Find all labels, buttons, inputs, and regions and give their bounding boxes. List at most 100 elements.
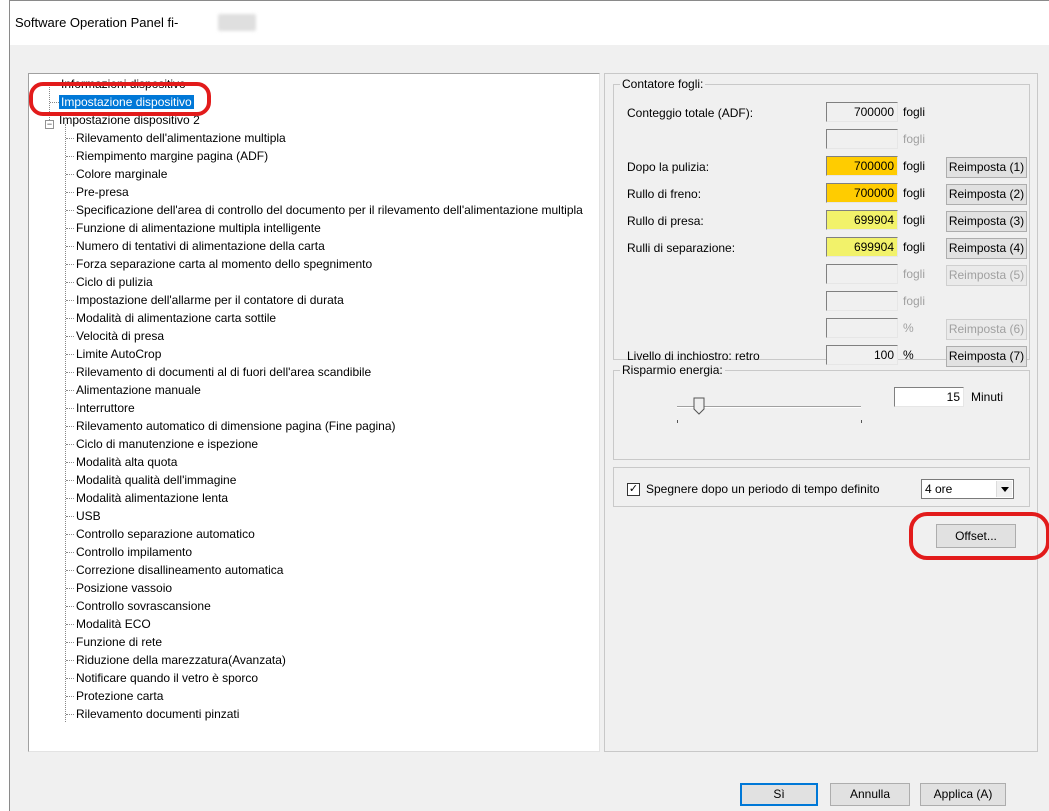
tree-line — [66, 444, 74, 445]
tree-item-child[interactable]: Funzione di rete — [74, 633, 164, 651]
tree-item-label: Correzione disallineamento automatica — [76, 563, 284, 577]
tree-item-child[interactable]: Riduzione della marezzatura(Avanzata) — [74, 651, 288, 669]
tree-item-label: Colore marginale — [76, 167, 168, 181]
tree-item-child[interactable]: Funzione di alimentazione multipla intel… — [74, 219, 323, 237]
tree-line — [66, 156, 74, 157]
tree-line — [66, 624, 74, 625]
tree-item-child[interactable]: Velocità di presa — [74, 327, 166, 345]
apply-button[interactable]: Applica (A) — [920, 783, 1006, 806]
counter-value: 700000 — [826, 156, 898, 176]
tree-line — [66, 516, 74, 517]
tree-item-child[interactable]: Correzione disallineamento automatica — [74, 561, 285, 579]
tree-line — [66, 552, 74, 553]
tree-item-child[interactable]: Pre-presa — [74, 183, 131, 201]
counter-value — [826, 318, 898, 338]
tree-line — [66, 534, 74, 535]
tree-line — [66, 372, 74, 373]
reset-button[interactable]: Reimposta (3) — [946, 211, 1027, 232]
tree-item-child[interactable]: Notificare quando il vetro è sporco — [74, 669, 260, 687]
cancel-button[interactable]: Annulla — [830, 783, 910, 806]
tree-item-label: Riduzione della marezzatura(Avanzata) — [76, 653, 286, 667]
tree-item-child[interactable]: Controllo separazione automatico — [74, 525, 257, 543]
tree-line — [66, 336, 74, 337]
tree-item-child[interactable]: Rilevamento di documenti al di fuori del… — [74, 363, 373, 381]
tree-item-child[interactable]: Interruttore — [74, 399, 137, 417]
counter-unit: fogli — [903, 240, 926, 254]
tree-line — [66, 660, 74, 661]
counter-legend: Contatore fogli: — [622, 77, 704, 91]
tree-item-child[interactable]: Protezione carta — [74, 687, 165, 705]
tree-item-child[interactable]: Modalità qualità dell'immagine — [74, 471, 238, 489]
tree-item-child[interactable]: Rilevamento automatico di dimensione pag… — [74, 417, 398, 435]
tree-line — [66, 570, 74, 571]
tree-item-child[interactable]: Impostazione dell'allarme per il contato… — [74, 291, 346, 309]
tree-item-child[interactable]: Modalità ECO — [74, 615, 153, 633]
tree-item-label: Controllo separazione automatico — [76, 527, 255, 541]
shutdown-label: Spegnere dopo un periodo di tempo defini… — [646, 482, 880, 496]
counter-unit: % — [903, 321, 914, 335]
tree-item-label: Alimentazione manuale — [76, 383, 201, 397]
collapse-icon[interactable]: − — [45, 120, 54, 129]
shutdown-checkbox[interactable]: ✓ — [627, 483, 640, 496]
tree-line — [66, 228, 74, 229]
dialog-window: Software Operation Panel fi- − Informazi… — [9, 0, 1049, 811]
tree-item-child[interactable]: Modalità alimentazione lenta — [74, 489, 230, 507]
tree-item-child[interactable]: Posizione vassoio — [74, 579, 174, 597]
tree-item-child[interactable]: Modalità alta quota — [74, 453, 179, 471]
tree-item-child[interactable]: Ciclo di manutenzione e ispezione — [74, 435, 260, 453]
tree-item-child[interactable]: Alimentazione manuale — [74, 381, 203, 399]
tree-item-label: Rilevamento di documenti al di fuori del… — [76, 365, 372, 379]
tree-item-label: Controllo sovrascansione — [76, 599, 211, 613]
tree-item-child[interactable]: Rilevamento dell'alimentazione multipla — [74, 129, 288, 147]
title-bar: Software Operation Panel fi- — [10, 1, 1049, 45]
counter-value: 700000 — [826, 102, 898, 122]
tree-item-label: Controllo impilamento — [76, 545, 193, 559]
tree-line — [66, 588, 74, 589]
tree-line — [66, 480, 74, 481]
counter-value: 100 — [826, 345, 898, 365]
tree-line — [66, 408, 74, 409]
tree-item-label: Modalità ECO — [76, 617, 151, 631]
tree-item-child[interactable]: Limite AutoCrop — [74, 345, 163, 363]
tree-line — [66, 246, 74, 247]
tree-item-child[interactable]: Forza separazione carta al momento dello… — [74, 255, 374, 273]
counter-unit: fogli — [903, 159, 926, 173]
reset-button[interactable]: Reimposta (6) — [946, 319, 1027, 340]
reset-button[interactable]: Reimposta (4) — [946, 238, 1027, 259]
energy-slider-thumb[interactable] — [693, 396, 705, 416]
tree-item-label: Posizione vassoio — [76, 581, 173, 595]
counter-value — [826, 129, 898, 149]
reset-button[interactable]: Reimposta (2) — [946, 184, 1027, 205]
reset-button[interactable]: Reimposta (5) — [946, 265, 1027, 286]
tree-item-child[interactable]: Riempimento margine pagina (ADF) — [74, 147, 270, 165]
tree-line — [66, 606, 74, 607]
tree-item-child[interactable]: Controllo sovrascansione — [74, 597, 213, 615]
tree-item-child[interactable]: Colore marginale — [74, 165, 169, 183]
settings-panel: Contatore fogli: Risparmio energia: 15 M… — [604, 73, 1038, 752]
tree-item-child[interactable]: Specificazione dell'area di controllo de… — [74, 201, 585, 219]
tree-item-label: Modalità qualità dell'immagine — [76, 473, 237, 487]
ok-button[interactable]: Sì — [740, 783, 818, 806]
counter-label: Conteggio totale (ADF): — [627, 106, 754, 120]
reset-button[interactable]: Reimposta (7) — [946, 346, 1027, 367]
counter-unit: fogli — [903, 105, 926, 119]
tree-item-label: Ciclo di manutenzione e ispezione — [76, 437, 259, 451]
chevron-down-icon[interactable] — [996, 481, 1012, 497]
reset-button[interactable]: Reimposta (1) — [946, 157, 1027, 178]
tree-item-child[interactable]: Controllo impilamento — [74, 543, 194, 561]
counter-value: 699904 — [826, 210, 898, 230]
tree-item-child[interactable]: USB — [74, 507, 103, 525]
shutdown-time-select[interactable]: 4 ore — [921, 479, 1014, 499]
tree-item-child[interactable]: Numero di tentativi di alimentazione del… — [74, 237, 327, 255]
tree-item-child[interactable]: Ciclo di pulizia — [74, 273, 155, 291]
tree-line — [66, 210, 74, 211]
settings-tree[interactable]: − Informazioni dispositivo Impostazione d… — [28, 73, 600, 752]
tree-item-label: Numero di tentativi di alimentazione del… — [76, 239, 325, 253]
counter-label: Rulli di separazione: — [627, 241, 736, 255]
tree-line — [66, 678, 74, 679]
tree-item-label: Modalità alimentazione lenta — [76, 491, 229, 505]
tree-item-child[interactable]: Rilevamento documenti pinzati — [74, 705, 241, 723]
counter-value — [826, 291, 898, 311]
counter-unit: % — [903, 348, 914, 362]
tree-item-child[interactable]: Modalità di alimentazione carta sottile — [74, 309, 278, 327]
